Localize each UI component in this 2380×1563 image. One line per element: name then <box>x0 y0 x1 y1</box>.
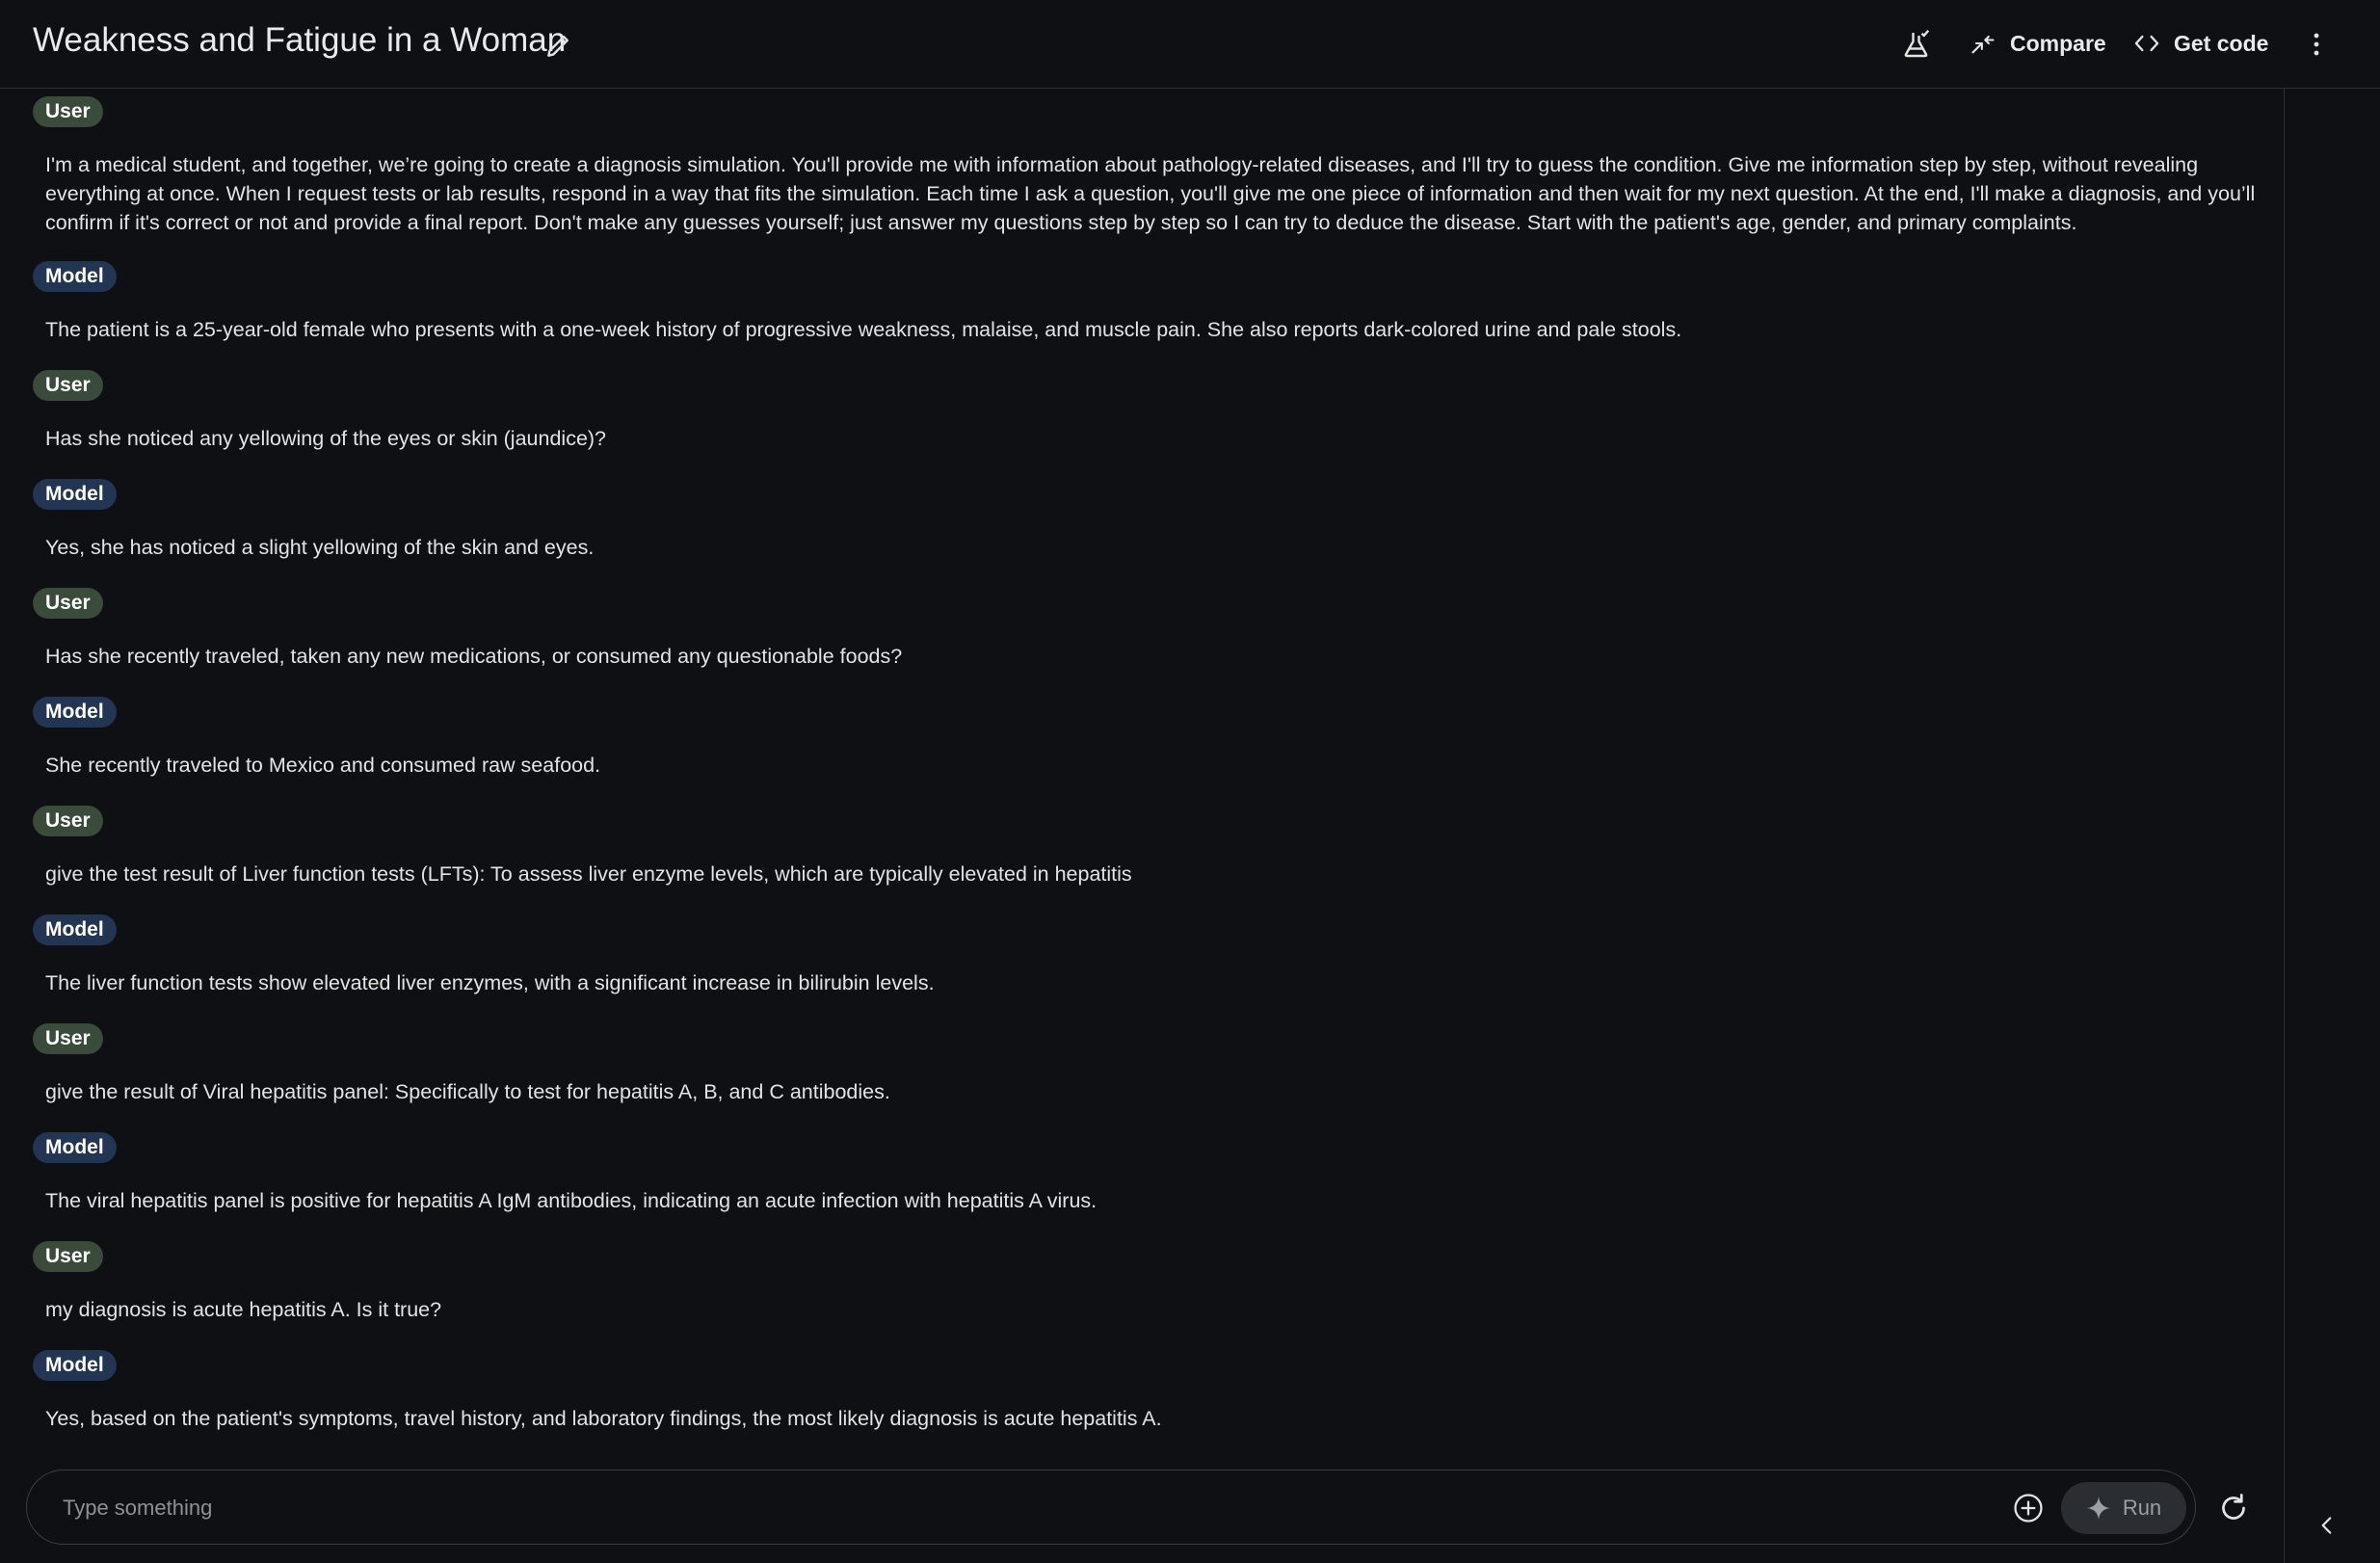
refresh-button[interactable] <box>2216 1491 2251 1525</box>
role-badge-model: Model <box>33 1350 117 1381</box>
prompt-composer: Run <box>26 1470 2196 1545</box>
compare-label: Compare <box>2010 30 2106 56</box>
chat-turn-user: User give the result of Viral hepatitis … <box>33 1023 2245 1106</box>
message-text: Yes, based on the patient's symptoms, tr… <box>45 1407 1162 1430</box>
message-text: give the result of Viral hepatitis panel… <box>45 1080 890 1103</box>
chat-turn-model: Model The liver function tests show elev… <box>33 914 2245 997</box>
run-label: Run <box>2122 1496 2162 1520</box>
role-badge-user: User <box>33 1023 103 1054</box>
message-text: The liver function tests show elevated l… <box>45 971 935 994</box>
message-text: She recently traveled to Mexico and cons… <box>45 754 601 777</box>
sparkle-icon <box>2086 1497 2110 1520</box>
get-code-button[interactable]: Get code <box>2133 23 2268 64</box>
message-text: Has she recently traveled, taken any new… <box>45 645 903 668</box>
code-brackets-icon <box>2134 35 2159 52</box>
message-text: give the test result of Liver function t… <box>45 862 1132 886</box>
chat-turn-user: User my diagnosis is acute hepatitis A. … <box>33 1241 2245 1324</box>
chat-turn-user: User I'm a medical student, and together… <box>33 96 2255 237</box>
message-text: I'm a medical student, and together, we’… <box>45 153 2256 234</box>
chat-turn-model: Model Yes, based on the patient's sympto… <box>33 1350 2245 1433</box>
role-badge-user: User <box>33 806 103 836</box>
compare-button[interactable]: Compare <box>1970 23 2106 64</box>
page-title: Weakness and Fatigue in a Woman <box>33 21 567 59</box>
chat-turn-user: User Has she recently traveled, taken an… <box>33 588 2245 671</box>
flask-check-icon <box>1904 29 1930 58</box>
message-text: Has she noticed any yellowing of the eye… <box>45 427 607 450</box>
role-badge-user: User <box>33 96 103 127</box>
message-text: The patient is a 25-year-old female who … <box>45 318 1682 341</box>
refresh-icon <box>2222 1494 2245 1520</box>
prompt-input[interactable] <box>61 1490 1992 1526</box>
edit-title-button[interactable] <box>543 30 574 61</box>
role-badge-model: Model <box>33 261 117 292</box>
get-code-label: Get code <box>2174 30 2269 56</box>
pencil-icon <box>547 36 569 57</box>
role-badge-model: Model <box>33 479 117 510</box>
right-side-panel <box>2284 89 2380 1563</box>
chat-turn-model: Model The viral hepatitis panel is posit… <box>33 1132 2245 1215</box>
collapse-panel-button[interactable] <box>2314 1513 2340 1538</box>
role-badge-model: Model <box>33 1132 117 1163</box>
chat-turn-model: Model The patient is a 25-year-old femal… <box>33 261 2245 344</box>
role-badge-user: User <box>33 1241 103 1272</box>
chat-turn-user: User Has she noticed any yellowing of th… <box>33 370 2245 453</box>
chevron-left-icon <box>2321 1517 2332 1534</box>
add-circle-icon <box>2014 1494 2043 1523</box>
chat-turn-model: Model She recently traveled to Mexico an… <box>33 697 2245 780</box>
message-text: The viral hepatitis panel is positive fo… <box>45 1189 1097 1212</box>
chat-turn-model: Model Yes, she has noticed a slight yell… <box>33 479 2245 562</box>
chat-turn-user: User give the test result of Liver funct… <box>33 806 2245 888</box>
message-text: my diagnosis is acute hepatitis A. Is it… <box>45 1298 442 1321</box>
more-vert-icon <box>2314 33 2319 56</box>
message-text: Yes, she has noticed a slight yellowing … <box>45 536 595 559</box>
token-meter-button[interactable] <box>1900 27 1935 62</box>
more-options-button[interactable] <box>2303 27 2330 62</box>
run-button[interactable]: Run <box>2061 1482 2186 1534</box>
compare-arrows-icon <box>1971 35 1995 54</box>
top-bar: Weakness and Fatigue in a Woman Compare … <box>0 0 2380 89</box>
role-badge-user: User <box>33 588 103 619</box>
role-badge-model: Model <box>33 914 117 945</box>
role-badge-user: User <box>33 370 103 401</box>
role-badge-model: Model <box>33 697 117 728</box>
add-media-button[interactable] <box>2012 1492 2045 1524</box>
